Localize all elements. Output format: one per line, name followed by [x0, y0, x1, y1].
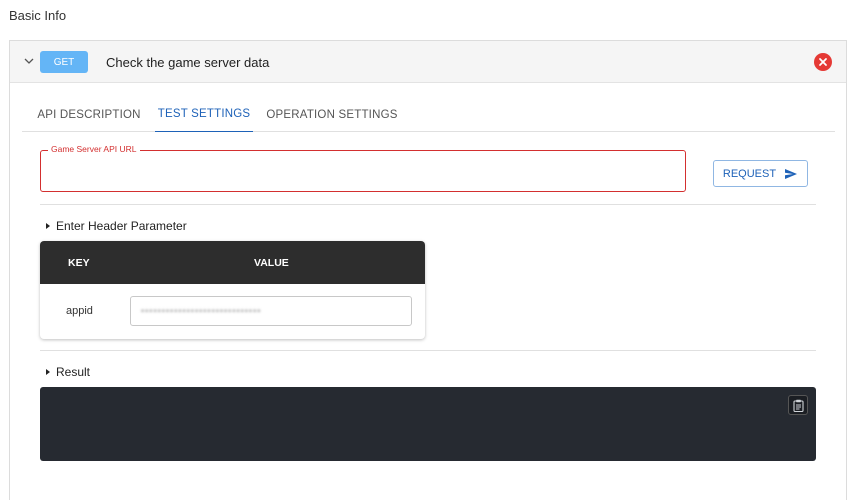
header-parameter-table: KEY VALUE appid ••••••••••••••••••••••••…	[40, 241, 425, 339]
tab-api-description[interactable]: API DESCRIPTION	[34, 97, 144, 132]
method-badge: GET	[40, 51, 88, 73]
chevron-down-icon[interactable]	[22, 54, 36, 68]
tab-test-settings[interactable]: TEST SETTINGS	[155, 97, 253, 132]
caret-right-icon	[46, 369, 50, 375]
header-parameter-toggle[interactable]: Enter Header Parameter	[46, 219, 187, 233]
param-value-text: •••••••••••••••••••••••••••••	[141, 306, 262, 316]
divider	[40, 350, 816, 351]
result-label: Result	[56, 365, 91, 379]
divider	[40, 204, 816, 205]
tab-operation-settings[interactable]: OPERATION SETTINGS	[265, 97, 399, 132]
copy-result-button[interactable]	[788, 395, 808, 415]
column-header-value: VALUE	[254, 257, 289, 269]
param-key: appid	[66, 305, 93, 317]
clipboard-icon	[792, 399, 804, 412]
result-toggle[interactable]: Result	[46, 365, 90, 379]
tab-bar: API DESCRIPTION TEST SETTINGS OPERATION …	[22, 97, 835, 132]
table-header: KEY VALUE	[40, 241, 425, 284]
delete-api-button[interactable]	[814, 53, 832, 71]
api-title: Check the game server data	[106, 55, 270, 70]
request-button-label: REQUEST	[722, 167, 777, 180]
send-icon	[785, 168, 798, 179]
game-server-url-input[interactable]: Game Server API URL	[40, 144, 686, 192]
header-parameter-label: Enter Header Parameter	[56, 219, 187, 233]
caret-right-icon	[46, 223, 50, 229]
request-button[interactable]: REQUEST	[713, 160, 808, 187]
api-panel: GET Check the game server data API DESCR…	[9, 40, 847, 500]
api-panel-header[interactable]: GET Check the game server data	[10, 41, 846, 83]
table-row: appid •••••••••••••••••••••••••••••	[40, 284, 425, 339]
page-title: Basic Info	[9, 8, 67, 23]
param-value-input[interactable]: •••••••••••••••••••••••••••••	[130, 296, 412, 326]
column-header-key: KEY	[68, 257, 90, 269]
result-output	[40, 387, 816, 461]
url-field-label: Game Server API URL	[48, 144, 140, 154]
close-icon	[819, 58, 827, 66]
